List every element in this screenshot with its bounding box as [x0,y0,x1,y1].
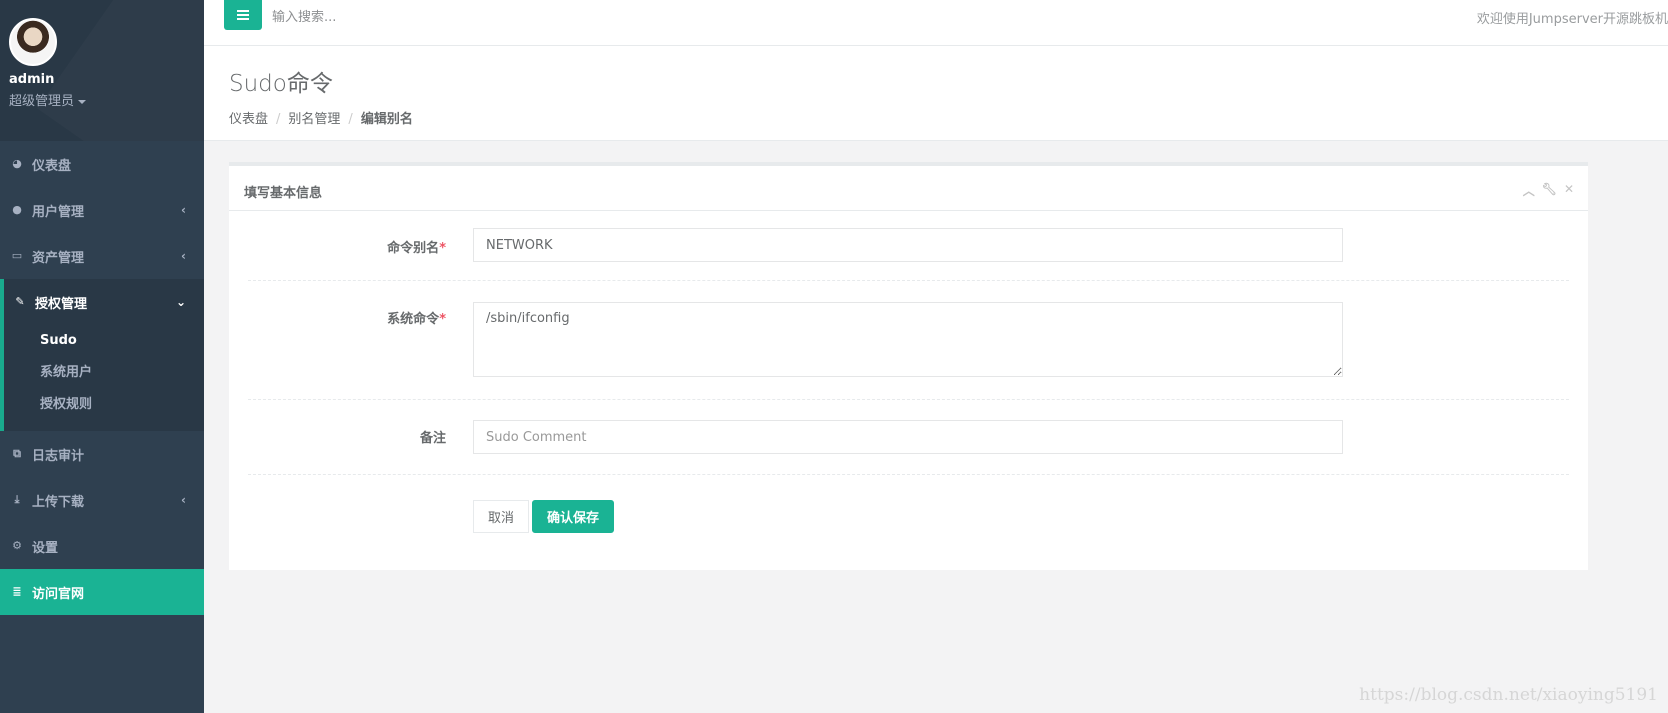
search-input[interactable] [272,6,572,28]
panel-title-text: 填写基本信息 [244,186,323,201]
breadcrumb-separator: / [276,112,281,127]
sidebar-item-label: 设置 [32,540,59,556]
download-icon: ⤓ [14,493,20,506]
sidebar-item-logs[interactable]: ⧉ 日志审计 [0,431,204,477]
sidebar-item-label: 用户管理 [32,204,85,220]
sidebar-subitem-sudo[interactable]: Sudo [4,325,204,357]
sidebar-item-label: 日志审计 [32,448,85,464]
welcome-text: 欢迎使用Jumpserver开源跳板机 [1476,12,1668,27]
avatar[interactable] [9,18,57,66]
breadcrumb-current: 编辑别名 [360,112,413,127]
sidebar-item-label: 上传下载 [32,494,85,510]
breadcrumb-link-dashboard[interactable]: 仪表盘 [229,112,268,127]
wrench-icon[interactable]: 🔧︎ [1542,182,1557,199]
profile-role-dropdown[interactable]: 超级管理员 [9,90,204,109]
sidebar: admin 超级管理员 ◕ 仪表盘 ● 用户管理 ‹ ▭ 资产管理 ‹ ✎ 授权… [0,0,204,713]
chevron-left-icon: ‹ [181,203,186,217]
profile-role-label: 超级管理员 [9,94,75,109]
page-heading: Sudo命令 仪表盘 / 别名管理 / 编辑别名 [204,46,1668,141]
command-label-text: 系统命令 [387,312,440,327]
sidebar-subitem-perm-rules[interactable]: 授权规则 [4,389,204,421]
comment-label: 备注 [419,431,446,446]
cancel-button[interactable]: 取消 [473,500,529,533]
command-textarea[interactable]: /sbin/ifconfig [473,302,1343,377]
alias-label-text: 命令别名 [387,241,440,256]
sidebar-item-label: 仪表盘 [32,158,72,174]
hamburger-icon [237,14,249,16]
breadcrumb: 仪表盘 / 别名管理 / 编辑别名 [229,108,1668,127]
breadcrumb-link-alias[interactable]: 别名管理 [288,112,340,127]
profile-name: admin [9,72,55,87]
command-label: 系统命令* [248,308,446,327]
chevron-down-icon: ⌄ [175,295,186,309]
collapse-icon[interactable]: ︿ [1523,182,1535,199]
sidebar-item-users[interactable]: ● 用户管理 ‹ [0,187,204,233]
sidebar-item-website[interactable]: ≣ 访问官网 [0,569,204,615]
top-navbar: 欢迎使用Jumpserver开源跳板机 [204,0,1668,46]
sidebar-item-label: 资产管理 [32,250,85,266]
users-icon: ● [12,203,22,216]
comment-input[interactable] [473,420,1343,454]
sidebar-item-transfer[interactable]: ⤓ 上传下载 ‹ [0,477,204,523]
caret-down-icon [78,99,87,104]
panel-tools: ︿ 🔧︎ ✕ [1523,182,1574,199]
save-button[interactable]: 确认保存 [532,500,614,533]
form-row-alias: 命令别名* [248,211,1569,281]
alias-label: 命令别名* [248,237,446,256]
sidebar-item-perms[interactable]: ✎ 授权管理 ⌄ [4,279,204,325]
copy-icon: ⧉ [13,447,21,460]
alias-input[interactable] [473,228,1343,262]
breadcrumb-separator: / [348,112,353,127]
sidebar-item-assets[interactable]: ▭ 资产管理 ‹ [0,233,204,279]
chevron-left-icon: ‹ [181,493,186,507]
form-row-comment: 备注 [248,400,1569,475]
sidebar-item-label: 访问官网 [32,586,85,602]
sidebar-item-label: 授权管理 [35,296,88,312]
form-panel: 填写基本信息 ︿ 🔧︎ ✕ 命令别名* 系统命令* /sbin/ifconfig… [229,162,1588,570]
close-icon[interactable]: ✕ [1564,182,1574,199]
sidebar-group-perms: ✎ 授权管理 ⌄ Sudo 系统用户 授权规则 [0,279,204,431]
sidebar-item-dashboard[interactable]: ◕ 仪表盘 [0,141,204,187]
inbox-icon: ▭ [11,249,23,262]
sidebar-subitem-system-users[interactable]: 系统用户 [4,357,204,389]
required-marker: * [439,312,446,327]
dashboard-icon: ◕ [12,157,22,170]
panel-title: 填写基本信息 ︿ 🔧︎ ✕ [229,166,1588,211]
gears-icon: ⚙ [12,539,22,552]
required-marker: * [439,241,446,256]
database-icon: ≣ [12,585,22,598]
watermark-url: https://blog.csdn.net/xiaoying5191 [1359,685,1658,705]
menu-toggle-button[interactable] [224,0,262,30]
profile-block: admin 超级管理员 [0,0,204,141]
sidebar-item-settings[interactable]: ⚙ 设置 [0,523,204,569]
edit-icon: ✎ [15,295,25,308]
chevron-left-icon: ‹ [181,249,186,263]
page-title: Sudo命令 [229,71,333,97]
form-row-command: 系统命令* /sbin/ifconfig [248,281,1569,400]
